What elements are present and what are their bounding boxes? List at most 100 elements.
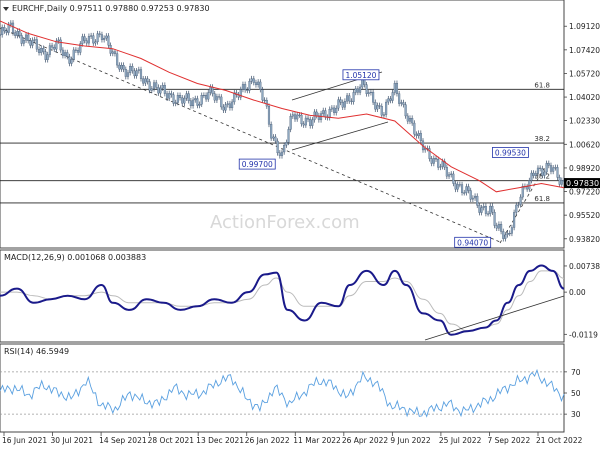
annotation-text-0: 1.05120	[345, 71, 376, 80]
candle-body-62	[133, 70, 136, 77]
candle-body-218	[471, 197, 474, 200]
candle-body-201	[434, 158, 438, 160]
candle-body-244	[528, 180, 531, 190]
candle-body-232	[502, 231, 505, 239]
candle-body-60	[129, 66, 132, 73]
candle-body-101	[218, 96, 221, 98]
candle-body-249	[539, 167, 542, 169]
price-tick-label-3: 1.04020	[569, 93, 600, 102]
candle-body-253	[547, 163, 550, 166]
candle-body-93	[200, 95, 203, 105]
candle-body-9	[18, 31, 21, 36]
candle-body-139	[300, 114, 303, 125]
candle-body-78	[168, 93, 171, 99]
candle-body-10	[20, 35, 23, 44]
candle-body-240	[519, 196, 522, 205]
candle-body-208	[450, 173, 453, 175]
candle-body-164	[354, 88, 357, 93]
candle-body-177	[382, 114, 386, 116]
candle-body-80	[172, 94, 175, 104]
candle-body-57	[122, 64, 125, 70]
candle-body-167	[361, 79, 364, 88]
candle-body-256	[554, 167, 557, 169]
candle-body-82	[176, 95, 179, 103]
candle-body-75	[161, 85, 164, 89]
candle-body-173	[374, 102, 377, 110]
price-header-text: EURCHF,Daily 0.97511 0.97880 0.97253 0.9…	[12, 4, 210, 13]
candle-body-66	[142, 78, 145, 84]
candle-body-135	[291, 114, 294, 117]
x-tick-label-5: 26 Jan 2022	[245, 436, 290, 445]
candle-body-179	[387, 98, 390, 103]
candle-body-137	[296, 114, 299, 120]
candle-body-34	[72, 49, 75, 60]
x-tick-label-8: 9 Jun 2022	[390, 436, 431, 445]
candle-body-223	[482, 206, 485, 208]
candle-body-162	[350, 100, 353, 102]
rsi-tick-label-1: 50	[571, 389, 581, 398]
candle-body-116	[250, 78, 253, 82]
candle-body-112	[241, 84, 245, 90]
candle-body-45	[96, 33, 99, 43]
candle-body-181	[391, 92, 394, 101]
candle-body-35	[74, 49, 77, 51]
candle-body-237	[513, 212, 516, 228]
candle-body-128	[276, 140, 279, 154]
candle-body-231	[500, 224, 503, 232]
candle-body-235	[508, 233, 511, 235]
candle-body-42	[90, 35, 93, 37]
candle-body-134	[289, 116, 292, 130]
x-tick-label-6: 11 Mar 2022	[293, 436, 341, 445]
candle-body-5	[9, 22, 12, 25]
candle-body-130	[280, 151, 284, 156]
candle-body-180	[389, 98, 392, 101]
candle-body-96	[207, 92, 210, 100]
candle-body-47	[100, 34, 104, 40]
rsi-label: RSI(14) 46.5949	[4, 347, 69, 356]
candle-body-224	[484, 206, 487, 214]
x-tick-label-0: 16 Jun 2021	[2, 436, 47, 445]
candle-body-90	[194, 98, 197, 101]
annotation-text-1: 0.99700	[242, 160, 273, 169]
candle-body-229	[495, 225, 498, 229]
candle-body-142	[306, 117, 310, 120]
candle-body-106	[228, 103, 231, 109]
candle-body-155	[335, 107, 338, 113]
candle-body-4	[7, 24, 10, 33]
candle-body-175	[378, 105, 381, 107]
candle-body-15	[31, 39, 34, 46]
candle-body-43	[92, 35, 95, 44]
candle-body-83	[178, 95, 182, 98]
x-tick-label-3: 28 Oct 2021	[148, 436, 195, 445]
candle-body-166	[359, 86, 362, 93]
fib-label-0: 61.8	[534, 81, 550, 89]
candle-body-28	[59, 39, 62, 51]
candle-body-19	[40, 48, 43, 53]
candle-body-23	[48, 45, 51, 55]
candle-body-3	[5, 30, 8, 33]
candle-body-48	[103, 37, 106, 40]
candle-body-251	[543, 171, 546, 176]
candle-body-156	[337, 99, 340, 109]
candle-body-33	[70, 59, 73, 64]
price-tick-label-8: 0.95520	[569, 211, 600, 220]
candle-body-7	[14, 32, 17, 36]
candle-body-29	[61, 49, 64, 56]
candle-body-153	[330, 107, 333, 110]
candle-body-248	[536, 167, 540, 174]
candle-body-187	[404, 104, 407, 117]
candle-body-209	[452, 173, 455, 184]
candle-body-157	[339, 99, 342, 103]
price-tick-label-4: 1.02330	[569, 117, 600, 126]
candle-body-259	[560, 180, 563, 185]
candle-body-131	[283, 144, 286, 153]
candle-body-239	[517, 204, 520, 206]
candle-body-221	[478, 205, 481, 213]
current-price-text: 0.97830	[566, 179, 599, 188]
candle-body-241	[521, 186, 524, 198]
candle-body-69	[148, 81, 151, 91]
candle-body-250	[541, 168, 544, 176]
candle-body-186	[402, 102, 405, 105]
candle-body-46	[98, 33, 101, 35]
candle-body-11	[22, 40, 25, 44]
